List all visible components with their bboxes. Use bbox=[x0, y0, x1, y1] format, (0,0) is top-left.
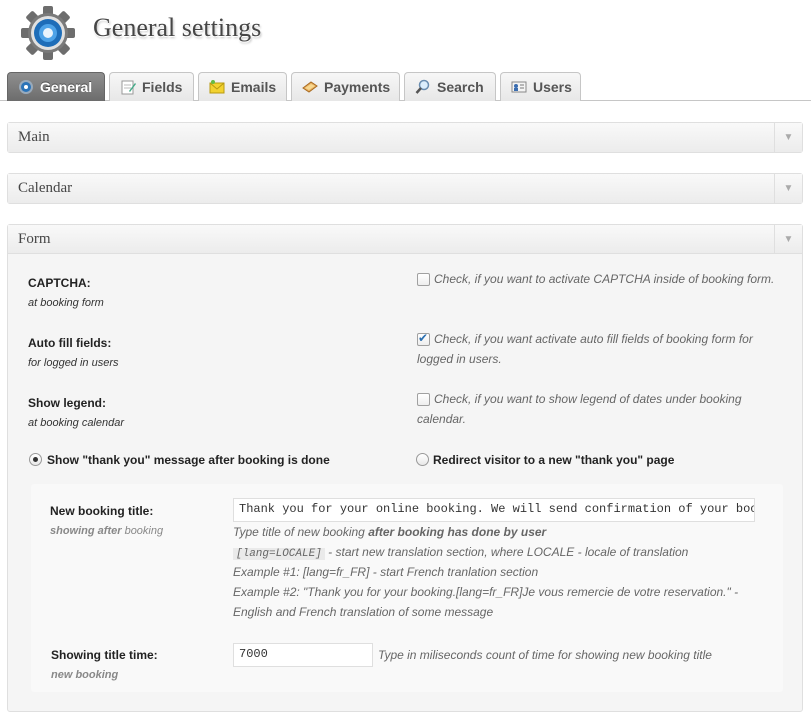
legend-label: Show legend: bbox=[28, 396, 106, 410]
title-time-sublabel: new booking bbox=[51, 669, 119, 681]
example1-text: Example #1: [lang=fr_FR] - start French … bbox=[233, 565, 539, 579]
autofill-sublabel: for logged in users bbox=[28, 357, 119, 369]
lang-help: [lang=LOCALE] - start new translation se… bbox=[233, 542, 688, 564]
thankyou-settings-panel: New booking title: showing after booking… bbox=[31, 484, 783, 692]
tab-fields[interactable]: Fields bbox=[109, 72, 194, 101]
tab-label: Payments bbox=[324, 79, 391, 95]
settings-tabs: General Fields Emails Payments Search Us… bbox=[0, 72, 811, 101]
tab-label: Users bbox=[533, 79, 572, 95]
section-calendar: Calendar ▼ bbox=[7, 173, 803, 204]
tab-general[interactable]: General bbox=[7, 72, 105, 101]
captcha-checkbox[interactable] bbox=[417, 273, 430, 286]
legend-description-line2: calendar. bbox=[417, 412, 466, 426]
booking-title-sublabel: showing after booking bbox=[50, 525, 163, 537]
section-header[interactable]: Main ▼ bbox=[8, 123, 802, 152]
captcha-sublabel: at booking form bbox=[28, 297, 104, 309]
booking-title-sublabel-rest: booking bbox=[121, 525, 164, 537]
tab-label: Fields bbox=[142, 79, 183, 95]
autofill-label: Auto fill fields: bbox=[28, 336, 112, 350]
page-title: General settings bbox=[93, 13, 262, 42]
tab-search[interactable]: Search bbox=[404, 72, 496, 101]
tab-emails[interactable]: Emails bbox=[198, 72, 287, 101]
title-time-help: Type in miliseconds count of time for sh… bbox=[378, 648, 712, 662]
thankyou-message-label[interactable]: Show "thank you" message after booking i… bbox=[47, 453, 330, 467]
title-time-input[interactable]: 7000 bbox=[233, 643, 373, 667]
legend-description-line1: Check, if you want to show legend of dat… bbox=[434, 392, 742, 406]
tab-users[interactable]: Users bbox=[500, 72, 581, 101]
booking-title-label: New booking title: bbox=[50, 504, 154, 518]
redirect-page-radio[interactable] bbox=[416, 453, 429, 466]
payment-icon bbox=[302, 81, 318, 93]
booking-title-input[interactable]: Thank you for your online booking. We wi… bbox=[233, 498, 755, 522]
gear-icon bbox=[19, 80, 33, 94]
page-header: General settings bbox=[0, 0, 811, 68]
booking-title-help-bold: after booking has done by user bbox=[368, 525, 547, 539]
section-form: Form ▼ CAPTCHA: at booking form Check, i… bbox=[7, 224, 803, 712]
tab-label: Emails bbox=[231, 79, 277, 95]
user-card-icon bbox=[511, 81, 527, 93]
tab-label: Search bbox=[437, 79, 484, 95]
legend-checkbox[interactable] bbox=[417, 393, 430, 406]
example2-text-line2: English and French translation of some m… bbox=[233, 605, 494, 619]
section-title: Form bbox=[18, 231, 51, 247]
booking-title-sublabel-bold: showing after bbox=[50, 525, 122, 537]
legend-sublabel: at booking calendar bbox=[28, 417, 125, 429]
tab-label: General bbox=[40, 79, 93, 95]
gear-icon bbox=[21, 6, 75, 60]
booking-title-help-text: Type title of new booking bbox=[233, 525, 369, 539]
lang-code: [lang=LOCALE] bbox=[233, 548, 325, 560]
example2-text-line1: Example #2: "Thank you for your booking.… bbox=[233, 585, 739, 599]
redirect-page-label[interactable]: Redirect visitor to a new "thank you" pa… bbox=[433, 453, 674, 467]
autofill-description-line2: logged in users. bbox=[417, 352, 502, 366]
section-header[interactable]: Form ▼ bbox=[8, 225, 802, 254]
collapse-toggle-icon[interactable]: ▼ bbox=[774, 174, 802, 203]
lang-desc: - start new translation section, where L… bbox=[324, 545, 689, 559]
envelope-icon bbox=[209, 80, 225, 94]
captcha-description: Check, if you want to activate CAPTCHA i… bbox=[434, 272, 775, 286]
edit-icon bbox=[121, 80, 136, 95]
booking-title-help: Type title of new booking after booking … bbox=[233, 522, 546, 542]
search-icon bbox=[415, 79, 430, 94]
autofill-description-line1: Check, if you want activate auto fill fi… bbox=[434, 332, 753, 346]
captcha-label: CAPTCHA: bbox=[28, 276, 91, 290]
section-title: Calendar bbox=[18, 180, 73, 196]
section-header[interactable]: Calendar ▼ bbox=[8, 174, 802, 203]
collapse-toggle-icon[interactable]: ▼ bbox=[774, 225, 802, 254]
section-main: Main ▼ bbox=[7, 122, 803, 153]
section-title: Main bbox=[18, 129, 50, 145]
autofill-checkbox[interactable] bbox=[417, 331, 430, 346]
title-time-label: Showing title time: bbox=[51, 648, 158, 662]
collapse-toggle-icon[interactable]: ▼ bbox=[774, 123, 802, 152]
thankyou-message-radio[interactable] bbox=[29, 453, 42, 466]
tab-payments[interactable]: Payments bbox=[291, 72, 400, 101]
